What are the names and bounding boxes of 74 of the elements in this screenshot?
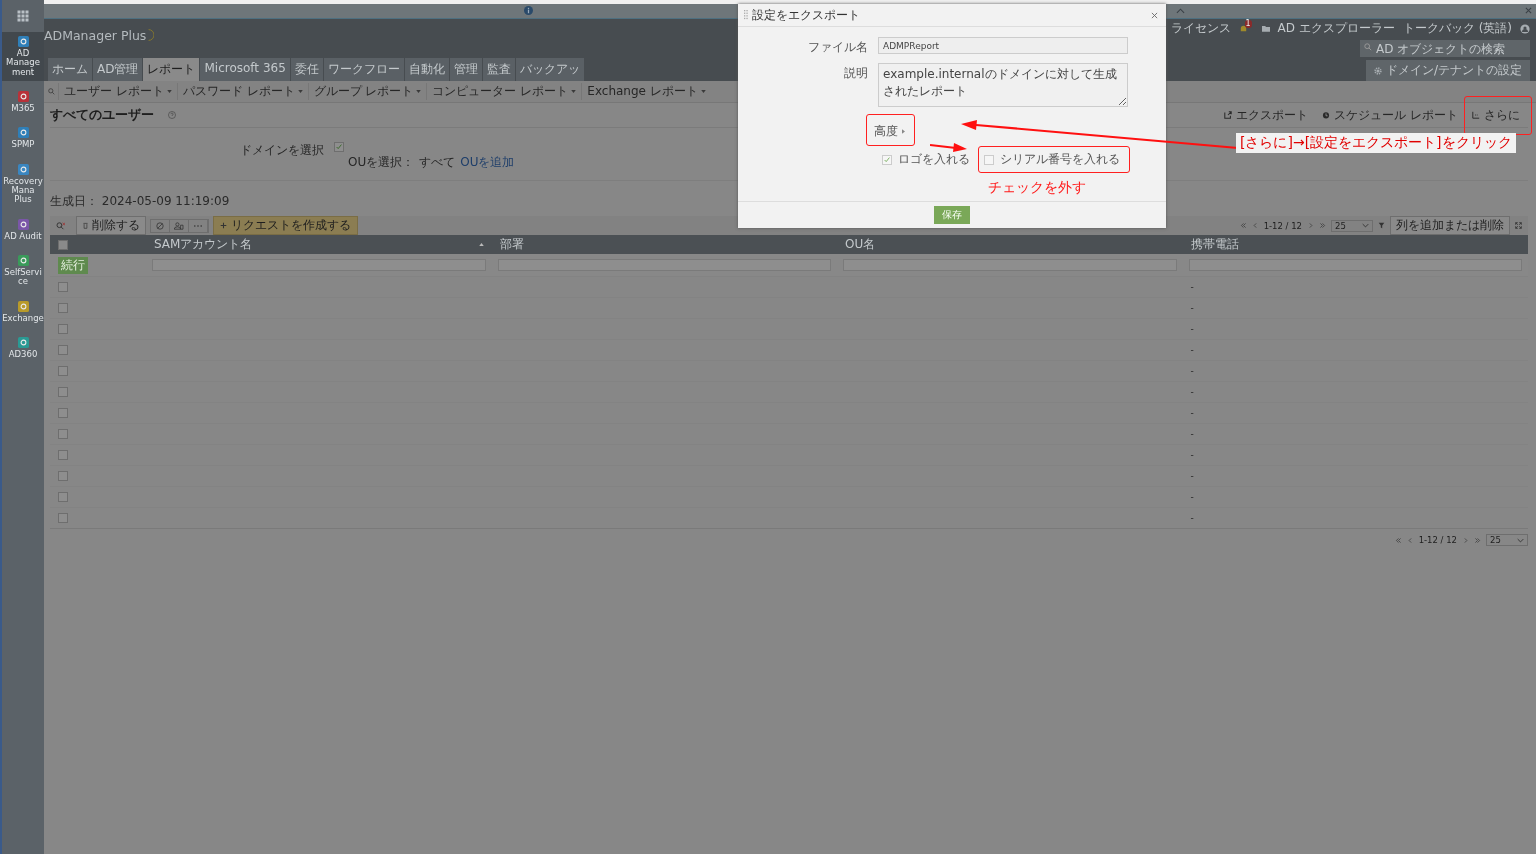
apply-filter-button[interactable]: 続行 xyxy=(58,256,88,274)
table-cell: - xyxy=(1190,450,1194,460)
instruction-note: [さらに]→[設定をエクスポート]をクリック xyxy=(1236,133,1516,153)
ad-explorer-link[interactable]: AD エクスプローラー xyxy=(1277,20,1395,37)
page-range: 1-12 / 12 xyxy=(1263,220,1302,231)
nav-tab[interactable]: AD管理 xyxy=(93,58,144,81)
app-switcher-item[interactable]: Exchange xyxy=(2,296,44,328)
instruction-note: チェックを外す xyxy=(988,179,1086,195)
nav-tab[interactable]: Microsoft 365 xyxy=(200,58,291,81)
table-cell: - xyxy=(1190,408,1194,418)
description-label: 説明 xyxy=(843,65,868,82)
nav-tab[interactable]: 自動化 xyxy=(404,58,450,81)
license-link[interactable]: ライセンス xyxy=(1170,20,1231,37)
column-header[interactable]: SAMアカウント名 xyxy=(146,235,492,254)
app-switcher-item[interactable]: RecoveryMana Plus xyxy=(2,159,44,209)
page-size-select[interactable]: 25 xyxy=(1331,219,1373,232)
table-cell: - xyxy=(1190,471,1194,481)
app-switcher-item[interactable]: AD Audit xyxy=(2,214,44,246)
ou-label: OUを選択： xyxy=(348,154,415,171)
notification-badge: 1 xyxy=(1244,20,1252,28)
nav-tab[interactable]: 管理 xyxy=(449,58,483,81)
page-size-select[interactable]: 25 xyxy=(1486,534,1528,546)
report-menu[interactable]: グループ レポート xyxy=(307,83,427,100)
table-cell: - xyxy=(1190,429,1194,439)
option-label: ロゴを入れる xyxy=(898,151,970,168)
create-request-button[interactable]: リクエストを作成する xyxy=(213,216,358,235)
column-header[interactable]: 携帯電話 xyxy=(1182,235,1528,254)
option-label: シリアル番号を入れる xyxy=(1000,151,1120,168)
table-cell: - xyxy=(1190,366,1194,376)
page-range: 1-12 / 12 xyxy=(1418,535,1457,545)
save-button[interactable]: 保存 xyxy=(934,206,970,224)
report-menu[interactable]: Exchange レポート xyxy=(581,83,711,100)
report-menu[interactable]: ユーザー レポート xyxy=(58,83,177,100)
nav-tab[interactable]: ワークフロー xyxy=(323,58,405,81)
ou-value: すべて xyxy=(419,154,456,171)
table-cell: - xyxy=(1190,345,1194,355)
table-cell: - xyxy=(1190,282,1194,292)
app-switcher-item[interactable]: SelfService xyxy=(2,251,44,291)
talkback-link[interactable]: トークバック (英語) xyxy=(1402,20,1512,37)
description-field[interactable]: example.internalのドメインに対して生成されたレポート xyxy=(878,63,1128,107)
app-switcher-item[interactable]: AD360 xyxy=(2,333,44,364)
column-header[interactable]: 部署 xyxy=(491,235,837,254)
add-ou-link[interactable]: OUを追加 xyxy=(460,154,515,171)
domain-label: ドメインを選択 xyxy=(240,142,324,159)
nav-tab[interactable]: レポート xyxy=(143,58,201,81)
delete-button[interactable]: 削除する xyxy=(76,216,146,235)
table-cell: - xyxy=(1190,324,1194,334)
report-menu[interactable]: パスワード レポート xyxy=(176,83,308,100)
domain-settings-button[interactable]: ドメイン/テナントの設定 xyxy=(1365,60,1530,81)
report-menu[interactable]: コンピューター レポート xyxy=(426,83,582,100)
app-switcher-item[interactable]: M365 xyxy=(2,87,44,118)
dialog-title: 設定をエクスポート xyxy=(752,6,860,24)
app-switcher-item[interactable]: AD Management xyxy=(2,32,44,82)
nav-tab[interactable]: 委任 xyxy=(290,58,324,81)
table-cell: - xyxy=(1190,387,1194,397)
table-cell: - xyxy=(1190,492,1194,502)
column-header[interactable]: OU名 xyxy=(837,235,1183,254)
nav-tab[interactable]: バックアッ xyxy=(515,58,585,81)
columns-button[interactable]: 列を追加または削除 xyxy=(1390,216,1510,235)
nav-tab[interactable]: 監査 xyxy=(482,58,516,81)
ad-object-search-field[interactable]: AD オブジェクトの検索 xyxy=(1360,40,1530,57)
advanced-toggle[interactable]: 高度 xyxy=(874,123,905,140)
app-switcher-item[interactable]: SPMP xyxy=(2,123,44,154)
export-action[interactable]: エクスポート xyxy=(1224,106,1309,124)
table-cell: - xyxy=(1190,513,1194,523)
file-name-label: ファイル名 xyxy=(807,39,868,56)
product-logo: ADManager Plus xyxy=(44,27,147,43)
schedule-report-action[interactable]: スケジュール レポート xyxy=(1322,106,1458,124)
nav-tab[interactable]: ホーム xyxy=(48,58,93,81)
table-cell: - xyxy=(1190,303,1194,313)
generated-date: 生成日： 2024-05-09 11:19:09 xyxy=(50,193,230,210)
more-action[interactable]: さらに xyxy=(1472,106,1520,124)
file-name-field[interactable]: ADMPReport xyxy=(878,37,1128,54)
page-title: すべてのユーザー xyxy=(50,106,154,124)
